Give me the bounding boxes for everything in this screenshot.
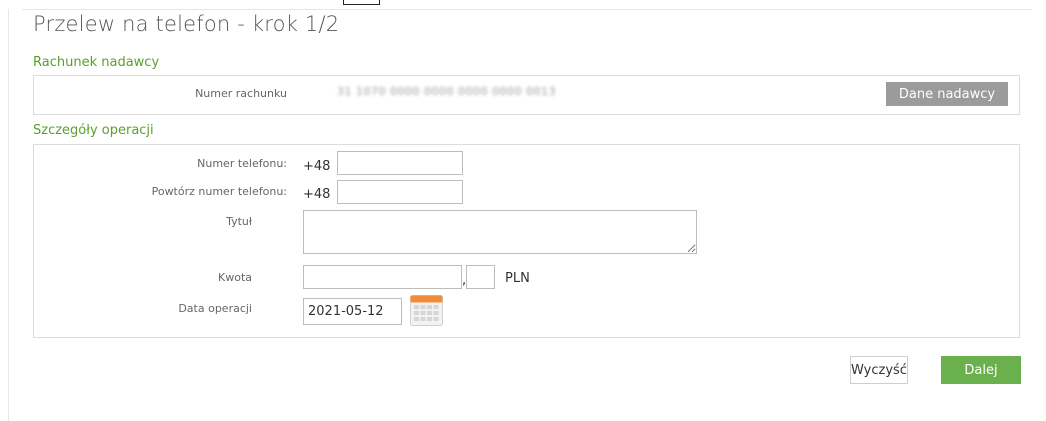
- window-tab-indicator: [343, 0, 380, 5]
- operation-details-panel: Numer telefonu: +48 Powtórz numer telefo…: [33, 144, 1020, 338]
- repeat-phone-prefix: +48: [303, 187, 331, 202]
- phone-prefix: +48: [303, 159, 331, 174]
- sender-data-button[interactable]: Dane nadawcy: [886, 82, 1008, 106]
- sender-account-panel: Numer rachunku 31 1070 0000 0000 0000 00…: [33, 75, 1020, 115]
- amount-whole-input[interactable]: [303, 265, 462, 289]
- amount-fraction-input[interactable]: [466, 265, 495, 289]
- account-number-value: 31 1070 0000 0000 0000 0000 0013: [337, 85, 556, 98]
- left-divider: [8, 9, 9, 421]
- repeat-phone-input[interactable]: [337, 180, 463, 204]
- next-button[interactable]: Dalej: [941, 356, 1021, 384]
- amount-label: Kwota: [218, 271, 252, 284]
- page-title: Przelew na telefon - krok 1/2: [33, 12, 340, 36]
- operation-date-label: Data operacji: [178, 302, 252, 315]
- top-divider: [22, 9, 1032, 10]
- currency-label: PLN: [505, 271, 530, 286]
- details-section-title: Szczegóły operacji: [33, 123, 154, 138]
- operation-date-input[interactable]: [303, 298, 402, 325]
- title-label: Tytuł: [226, 215, 252, 228]
- account-number-label: Numer rachunku: [195, 87, 287, 100]
- clear-button[interactable]: Wyczyść: [850, 356, 908, 384]
- phone-number-input[interactable]: [337, 151, 463, 175]
- calendar-icon[interactable]: [410, 295, 443, 326]
- sender-section-title: Rachunek nadawcy: [33, 55, 160, 70]
- phone-number-label: Numer telefonu:: [197, 157, 287, 170]
- title-textarea[interactable]: [303, 210, 697, 254]
- repeat-phone-label: Powtórz numer telefonu:: [151, 185, 287, 198]
